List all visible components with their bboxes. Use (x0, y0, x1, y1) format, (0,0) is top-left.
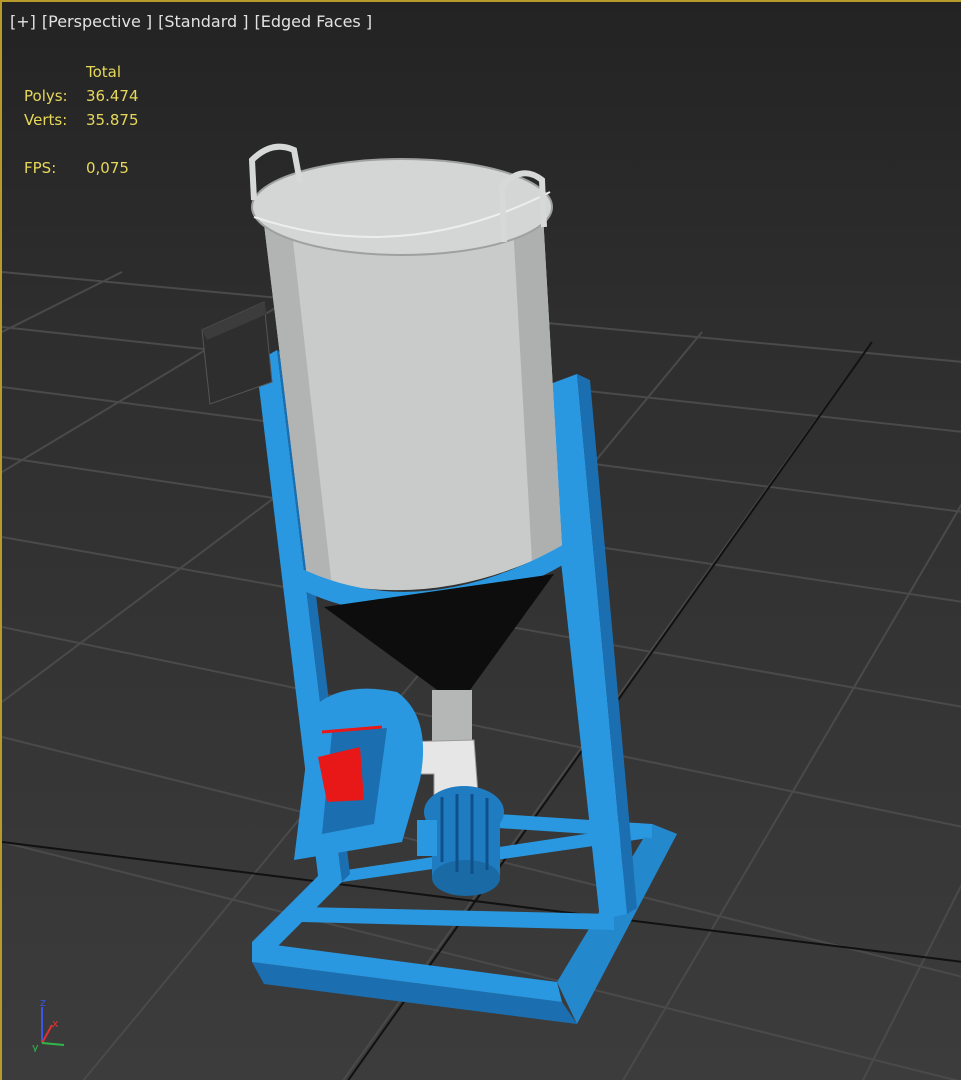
axis-label-y: y (32, 1041, 39, 1052)
viewport-statistics: Total Polys: 36.474 Verts: 35.875 FPS: 0,07… (24, 60, 139, 180)
motor[interactable] (417, 786, 504, 896)
perspective-viewport[interactable]: [+] [Perspective ] [Standard ] [Edged Faces… (0, 0, 961, 1080)
viewport-per-view-preference-menu[interactable]: [Edged Faces ] (254, 12, 372, 31)
polys-label: Polys: (24, 87, 68, 105)
stats-header: Total (86, 63, 122, 81)
polys-value: 36.474 (86, 87, 139, 105)
viewport-general-menu[interactable]: [+] (10, 12, 36, 31)
viewport-point-of-view-menu[interactable]: [Perspective ] (42, 12, 152, 31)
fps-label: FPS: (24, 159, 57, 177)
axis-label-z: z (40, 997, 46, 1009)
verts-value: 35.875 (86, 111, 139, 129)
axis-label-x: x (52, 1017, 59, 1030)
verts-label: Verts: (24, 111, 68, 129)
outlet-pipe (432, 690, 472, 742)
viewport-label-menu: [+] [Perspective ] [Standard ] [Edged Faces… (10, 12, 378, 31)
axis-tripod: z x y (32, 997, 65, 1052)
fps-value: 0,075 (86, 159, 129, 177)
viewport-shading-menu[interactable]: [Standard ] (158, 12, 248, 31)
scene-view[interactable] (2, 2, 961, 1080)
